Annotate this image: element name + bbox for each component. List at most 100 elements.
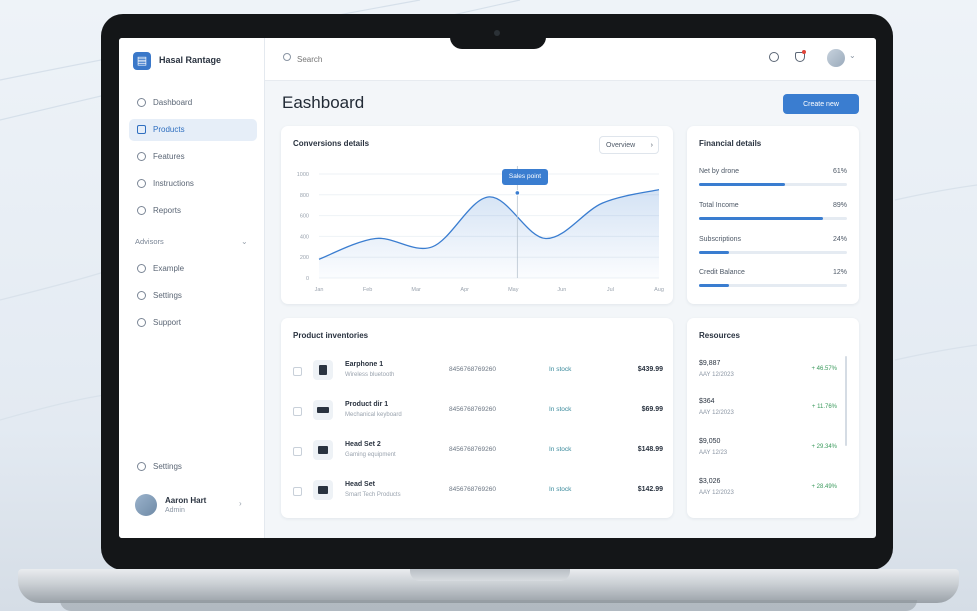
resource-amount: $9,887	[699, 360, 721, 367]
sidebar-item-label: Dashboard	[153, 98, 193, 107]
app-logo[interactable]: ▤	[133, 52, 151, 70]
box-icon	[137, 125, 146, 134]
row-checkbox[interactable]	[293, 367, 302, 376]
help-icon	[137, 318, 146, 327]
product-name: Product dir 1	[345, 401, 389, 408]
camera	[494, 30, 500, 36]
notification-dot	[802, 50, 806, 54]
sidebar-item-example[interactable]: Example	[129, 258, 257, 280]
table-row[interactable]: Product dir 1 Mechanical keyboard 845676…	[293, 396, 663, 430]
laptop-notch	[450, 23, 546, 49]
progress-track	[699, 251, 847, 254]
star-icon	[137, 152, 146, 161]
sidebar-item-reports[interactable]: Reports	[129, 200, 257, 222]
row-checkbox[interactable]	[293, 487, 302, 496]
x-tick-label: Jul	[607, 287, 614, 293]
sidebar-item-label: Products	[153, 125, 185, 134]
status-badge: In stock	[549, 366, 572, 373]
status-badge: In stock	[549, 446, 572, 453]
resource-change: + 29.34%	[811, 444, 837, 450]
progress-fill	[699, 183, 785, 186]
list-item[interactable]: $9,050 AAY 12/23 + 29.34%	[699, 438, 837, 474]
stat-item: Total Income 89%	[699, 202, 847, 232]
chevron-down-icon[interactable]: ⌄	[241, 237, 248, 246]
product-id: 8456768769260	[449, 406, 496, 413]
avatar[interactable]	[827, 49, 845, 67]
product-sub: Mechanical keyboard	[345, 412, 402, 418]
sidebar-section-label: Advisors	[135, 237, 164, 246]
clock-icon	[137, 206, 146, 215]
list-item[interactable]: $364 AAY 12/2023 + 11.76%	[699, 398, 837, 434]
stat-label: Subscriptions	[699, 236, 742, 243]
list-item[interactable]: $9,887 AAY 12/2023 + 46.57%	[699, 360, 837, 396]
document-icon	[137, 179, 146, 188]
progress-fill	[699, 284, 729, 287]
product-thumbnail	[313, 400, 333, 420]
list-item[interactable]: $3,026 AAY 12/2023 + 28.49%	[699, 478, 837, 514]
x-tick-label: Feb	[363, 287, 372, 293]
resources-title: Resources	[699, 331, 740, 340]
sidebar-item-instructions[interactable]: Instructions	[129, 173, 257, 195]
resource-amount: $364	[699, 398, 715, 405]
row-checkbox[interactable]	[293, 407, 302, 416]
product-id: 8456768769260	[449, 486, 496, 493]
screen: ▤ Hasal Rantage Dashboard Products Featu…	[119, 38, 876, 538]
sidebar-item-products[interactable]: Products	[129, 119, 257, 141]
search-input[interactable]	[295, 51, 459, 67]
resource-date: AAY 12/2023	[699, 490, 734, 496]
table-row[interactable]: Earphone 1 Wireless bluetooth 8456768769…	[293, 356, 663, 390]
product-sub: Wireless bluetooth	[345, 372, 395, 378]
product-name: Head Set 2	[345, 441, 381, 448]
resource-amount: $9,050	[699, 438, 721, 445]
chevron-down-icon[interactable]: ⌄	[849, 51, 856, 60]
gear-icon	[137, 291, 146, 300]
table-row[interactable]: Head Set 2 Gaming equipment 845676876926…	[293, 436, 663, 470]
app-name: Hasal Rantage	[159, 55, 222, 65]
status-badge: In stock	[549, 486, 572, 493]
progress-track	[699, 183, 847, 186]
avatar	[135, 494, 157, 516]
products-title: Product inventories	[293, 331, 369, 340]
page-title: Eashboard	[282, 93, 365, 112]
progress-fill	[699, 251, 729, 254]
product-thumbnail	[313, 440, 333, 460]
y-tick-label: 200	[300, 255, 309, 261]
table-row[interactable]: Head Set Smart Tech Products 84567687692…	[293, 476, 663, 510]
products-card: Product inventories Earphone 1 Wireless …	[281, 318, 673, 518]
stat-label: Net by drone	[699, 168, 740, 175]
sidebar-item-support[interactable]: Support	[129, 312, 257, 334]
x-tick-label: Apr	[460, 287, 469, 293]
create-button[interactable]: Create new	[783, 94, 859, 114]
x-tick-label: Jan	[315, 287, 324, 293]
product-thumbnail	[313, 360, 333, 380]
y-tick-label: 400	[300, 234, 309, 240]
product-id: 8456768769260	[449, 446, 496, 453]
sidebar-item-label: Example	[153, 264, 185, 273]
financial-card: Financial details Net by drone 61% Total…	[687, 126, 859, 304]
sidebar-item-features[interactable]: Features	[129, 146, 257, 168]
sidebar-item-settings[interactable]: Settings	[129, 285, 257, 307]
stat-value: 12%	[832, 269, 847, 276]
product-name: Earphone 1	[345, 361, 384, 368]
resource-date: AAY 12/2023	[699, 372, 734, 378]
scrollbar[interactable]	[845, 356, 847, 446]
resource-date: AAY 12/23	[699, 450, 728, 456]
row-checkbox[interactable]	[293, 447, 302, 456]
laptop-groove	[410, 569, 570, 581]
sidebar-item-label: Instructions	[153, 179, 194, 188]
product-sub: Gaming equipment	[345, 452, 396, 458]
user-profile[interactable]: Aaron Hart Admin ›	[129, 490, 257, 526]
sidebar-item-footer-settings[interactable]: Settings	[129, 456, 257, 478]
stat-item: Subscriptions 24%	[699, 236, 847, 266]
product-price: $142.99	[637, 486, 663, 493]
resource-amount: $3,026	[699, 478, 721, 485]
sidebar-item-label: Settings	[153, 462, 182, 471]
settings-icon[interactable]	[769, 52, 779, 62]
sidebar-item-label: Support	[153, 318, 182, 327]
highlight-point[interactable]	[514, 190, 521, 196]
user-name: Aaron Hart	[165, 496, 207, 505]
circle-icon	[137, 264, 146, 273]
product-price: $439.99	[637, 366, 663, 373]
x-tick-label: Aug	[654, 287, 664, 293]
sidebar-item-dashboard[interactable]: Dashboard	[129, 92, 257, 114]
